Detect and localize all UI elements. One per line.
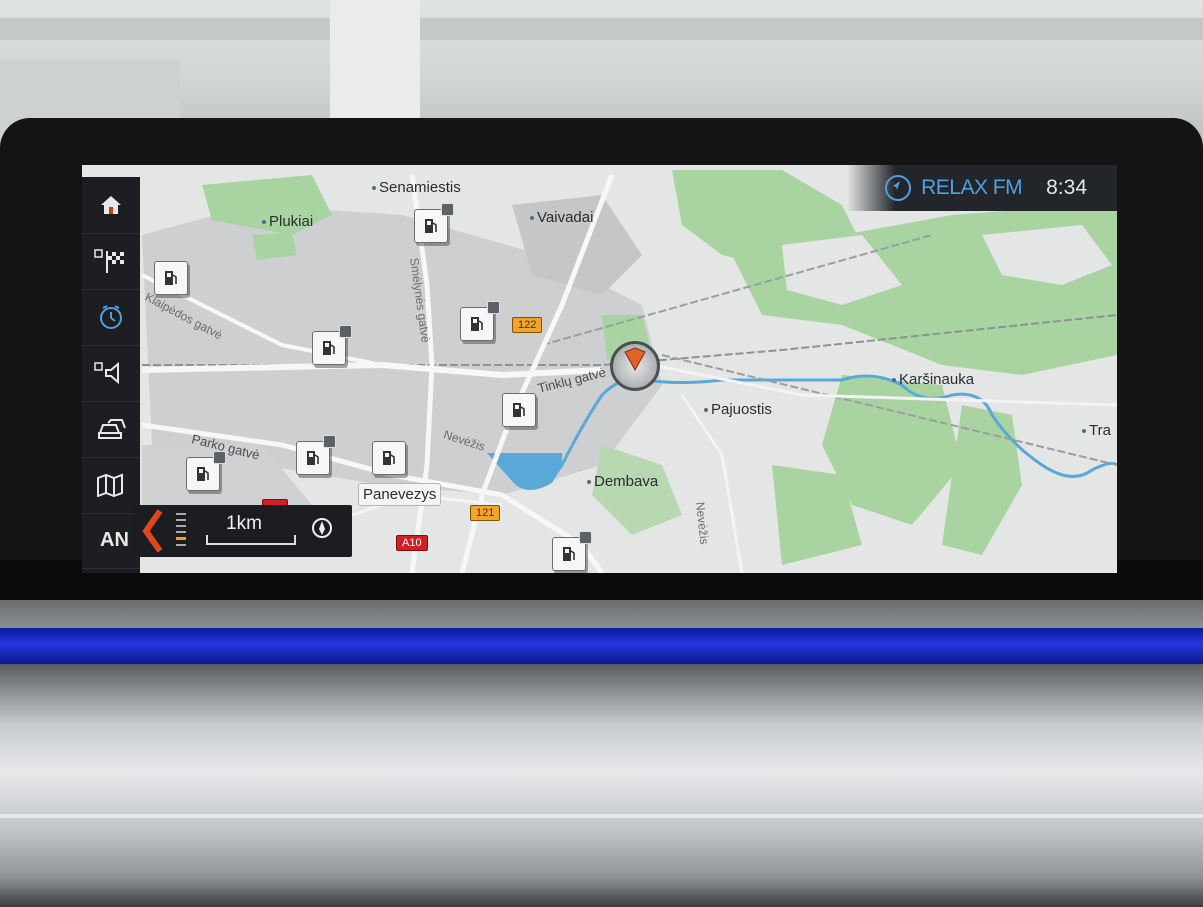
- place-label: Vaivadai: [530, 209, 593, 226]
- timer-icon: [98, 304, 124, 330]
- compass-icon[interactable]: [310, 516, 334, 540]
- road-shield: 121: [470, 505, 501, 521]
- map-button[interactable]: [82, 457, 140, 514]
- clock: 8:34: [1046, 176, 1087, 199]
- home-button[interactable]: [82, 177, 140, 234]
- scale-bar: [206, 535, 296, 545]
- fuel-station-icon[interactable]: [460, 301, 500, 341]
- fuel-station-icon[interactable]: [312, 325, 352, 365]
- fuel-station-icon[interactable]: [154, 261, 188, 295]
- fuel-station-icon[interactable]: [296, 435, 336, 475]
- speaker-icon: [94, 361, 128, 385]
- navigation-icon: [885, 175, 912, 201]
- vehicle-button[interactable]: [82, 401, 140, 458]
- audio-button[interactable]: [82, 345, 140, 402]
- radio-station[interactable]: RELAX FM: [921, 176, 1023, 200]
- destination-flag-icon: [94, 248, 128, 274]
- vehicle-position-marker: [610, 341, 660, 391]
- fuel-station-icon[interactable]: [186, 451, 226, 491]
- fuel-station-icon[interactable]: [552, 531, 592, 571]
- timer-button[interactable]: [82, 289, 140, 346]
- sidebar-item-an[interactable]: AN: [82, 513, 140, 569]
- fuel-station-icon[interactable]: [414, 203, 454, 243]
- road-shield: A10: [396, 535, 428, 551]
- place-label: Plukiai: [262, 213, 313, 230]
- chevron-left-icon[interactable]: [134, 505, 168, 557]
- place-label: Tra: [1082, 422, 1111, 439]
- place-label: Senamiestis: [372, 179, 461, 196]
- car-icon: [96, 417, 126, 441]
- place-label: Pajuostis: [704, 401, 772, 418]
- place-label: Dembava: [587, 473, 658, 490]
- scale-label: 1km: [226, 513, 262, 534]
- place-label: Karšinauka: [892, 371, 974, 388]
- road-shield: 122: [512, 317, 543, 333]
- home-icon: [100, 195, 122, 215]
- map-scale-control[interactable]: 1km: [134, 505, 352, 557]
- destination-button[interactable]: [82, 233, 140, 290]
- navigation-screen: Senamiestis Plukiai Vaivadai Karšinauka …: [82, 165, 1117, 573]
- dashboard-panel: [0, 664, 1203, 907]
- fuel-station-icon[interactable]: [372, 441, 406, 475]
- city-label: Panevezys: [358, 483, 442, 506]
- sidebar: AN: [82, 177, 140, 573]
- map-icon: [96, 473, 126, 497]
- zoom-level-icon: [176, 513, 186, 546]
- status-bar: RELAX FM 8:34: [847, 165, 1117, 211]
- fuel-station-icon[interactable]: [502, 393, 536, 427]
- ambient-light: [0, 628, 1203, 664]
